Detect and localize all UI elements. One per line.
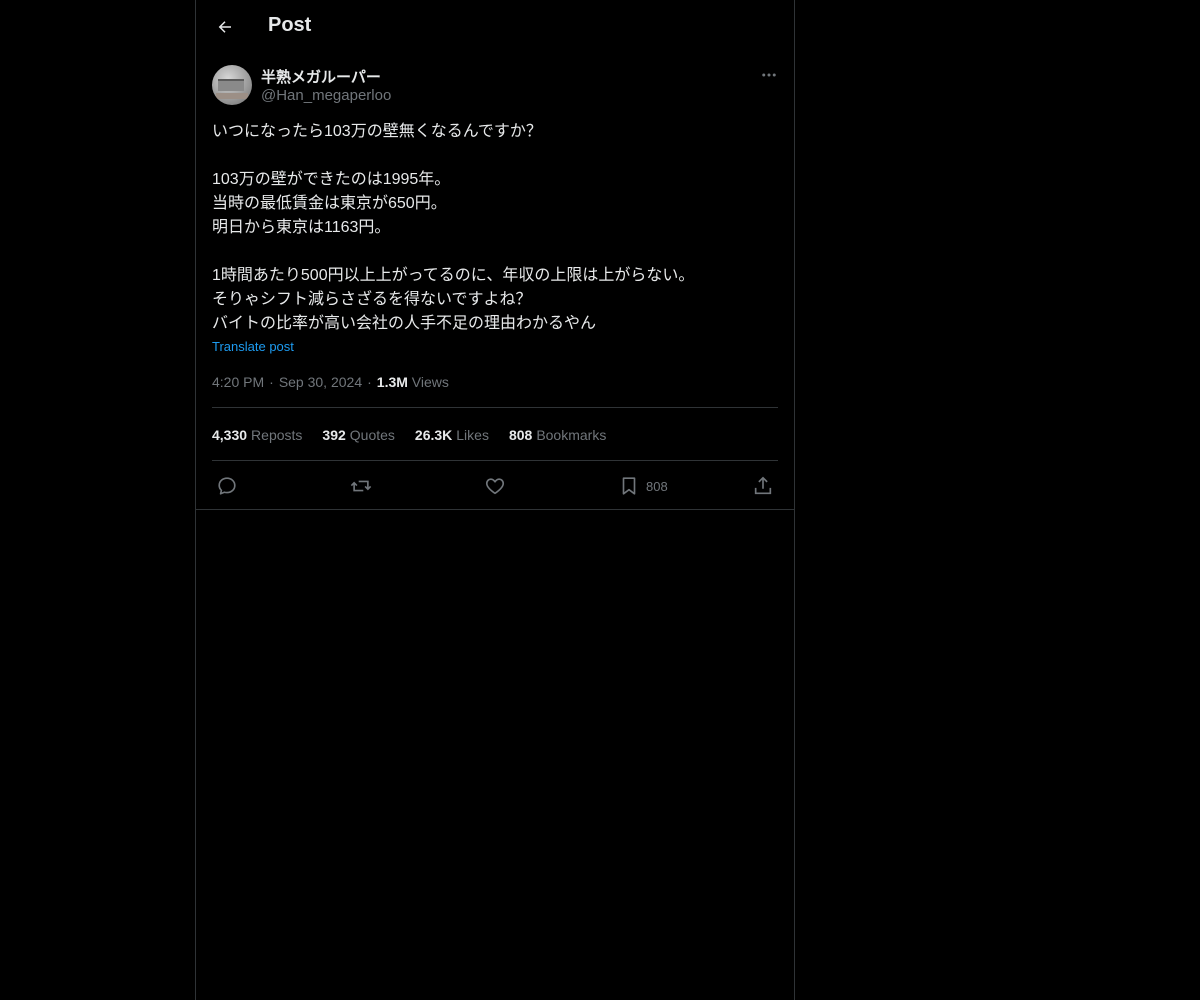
views-label: Views	[411, 374, 449, 390]
bookmarks-count: 808	[508, 427, 533, 443]
bookmarks-label: Bookmarks	[536, 427, 607, 443]
meta-separator: ·	[367, 374, 372, 390]
post-text-line: バイトの比率が高い会社の人手不足の理由わかるやん	[212, 315, 597, 332]
author-handle[interactable]: @Han_megaperloo	[261, 87, 391, 104]
repost-icon	[350, 480, 372, 492]
likes-count: 26.3K	[414, 427, 453, 443]
divider	[212, 460, 778, 461]
reposts-stat[interactable]: 4,330 Reposts	[212, 427, 302, 443]
likes-stat[interactable]: 26.3K Likes	[415, 427, 489, 443]
bookmark-icon	[622, 477, 636, 495]
translate-post-link[interactable]: Translate post	[212, 339, 294, 354]
post-column: Post 半熟メガルーパー @Han_megaperloo いつになったら103…	[195, 0, 795, 1000]
like-button[interactable]	[484, 474, 506, 498]
quotes-count: 392	[322, 427, 346, 443]
share-icon	[754, 476, 772, 495]
post-text-line: 明日から東京は1163円。	[212, 219, 391, 236]
quotes-stat[interactable]: 392 Quotes	[322, 427, 395, 443]
avatar[interactable]	[212, 65, 252, 105]
post-meta: 4:20 PM · Sep 30, 2024 · 1.3M Views	[212, 374, 449, 390]
views-count: 1.3M	[376, 374, 408, 390]
action-bar: 808	[196, 462, 794, 510]
post-text-line: いつになったら103万の壁無くなるんですか？	[212, 123, 542, 140]
post-text-line: そりゃシフト減らさざるを得ないですよね？	[212, 291, 532, 308]
heart-icon	[485, 478, 505, 495]
more-options-button[interactable]	[754, 64, 784, 86]
author-display-name[interactable]: 半熟メガルーパー	[261, 66, 381, 87]
bookmarks-stat[interactable]: 808 Bookmarks	[509, 427, 606, 443]
reposts-count: 4,330	[212, 427, 248, 443]
post-text-line: 当時の最低賃金は東京が650円。	[212, 195, 447, 212]
more-horizontal-icon	[762, 73, 776, 77]
reply-button[interactable]	[216, 474, 238, 498]
top-bar: Post	[196, 0, 794, 54]
engagement-stats: 4,330 Reposts 392 Quotes 26.3K Likes 808 Boo…	[212, 427, 606, 443]
page-title: Post	[268, 14, 312, 36]
post-text-line: 103万の壁ができたのは1995年。	[212, 171, 451, 188]
reply-icon	[218, 477, 236, 495]
post-text-line	[212, 240, 778, 264]
post-time[interactable]: 4:20 PM	[212, 374, 264, 390]
back-button[interactable]	[210, 12, 240, 42]
post-text-line	[212, 144, 778, 168]
likes-label: Likes	[456, 427, 489, 443]
post-text: いつになったら103万の壁無くなるんですか？ 103万の壁ができたのは1995年…	[212, 120, 778, 336]
post-date[interactable]: Sep 30, 2024	[279, 374, 362, 390]
bookmark-count: 808	[646, 478, 668, 494]
reposts-label: Reposts	[251, 427, 303, 443]
divider	[212, 407, 778, 408]
share-button[interactable]	[752, 474, 774, 498]
arrow-left-icon	[218, 21, 231, 33]
repost-button[interactable]	[350, 474, 372, 498]
post-text-line: 1時間あたり500円以上上がってるのに、年収の上限は上がらない。	[212, 267, 695, 284]
meta-separator: ·	[269, 374, 274, 390]
quotes-label: Quotes	[349, 427, 395, 443]
bookmark-button[interactable]: 808	[618, 474, 668, 498]
